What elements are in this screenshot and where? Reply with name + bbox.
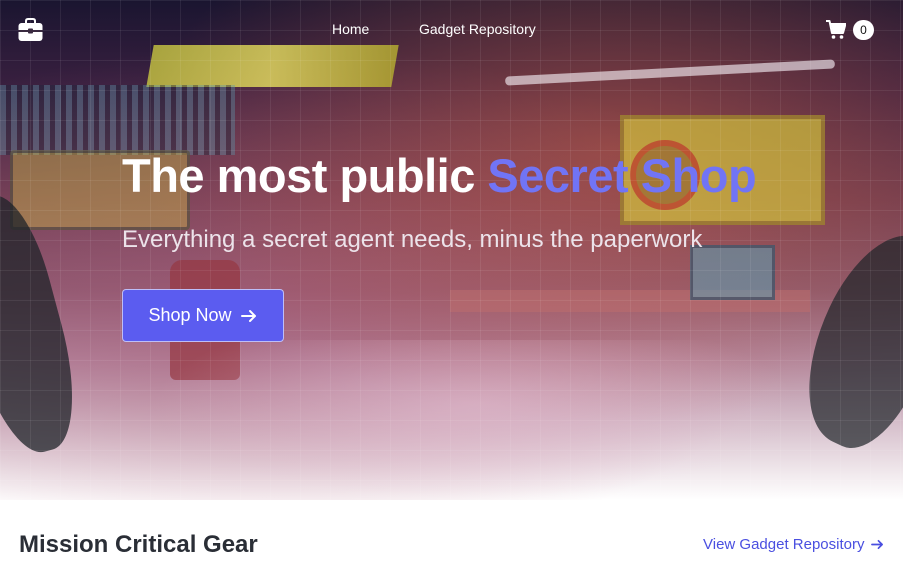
- view-gadget-repository-link[interactable]: View Gadget Repository: [703, 536, 884, 553]
- hero-banner: Home Gadget Repository 0 The most public…: [0, 0, 903, 500]
- arrow-right-icon: [240, 309, 256, 322]
- nav-link-home[interactable]: Home: [332, 21, 369, 37]
- cart-count-badge: 0: [853, 20, 874, 40]
- hero-subtitle: Everything a secret agent needs, minus t…: [122, 226, 703, 253]
- hero-title-accent: Secret Shop: [487, 149, 757, 202]
- nav-link-gadget-repository[interactable]: Gadget Repository: [419, 21, 536, 37]
- hero-title-plain: The most public: [122, 149, 475, 202]
- shopping-cart-icon[interactable]: [826, 20, 847, 40]
- top-nav: Home Gadget Repository 0: [0, 0, 903, 60]
- section-title: Mission Critical Gear: [19, 531, 258, 558]
- briefcase-icon[interactable]: [18, 18, 43, 42]
- shop-now-label: Shop Now: [148, 305, 232, 325]
- arrow-right-icon: [871, 539, 884, 550]
- view-link-label: View Gadget Repository: [703, 536, 865, 553]
- shop-now-button[interactable]: Shop Now: [122, 289, 284, 342]
- hero-title: The most public Secret Shop: [122, 148, 757, 203]
